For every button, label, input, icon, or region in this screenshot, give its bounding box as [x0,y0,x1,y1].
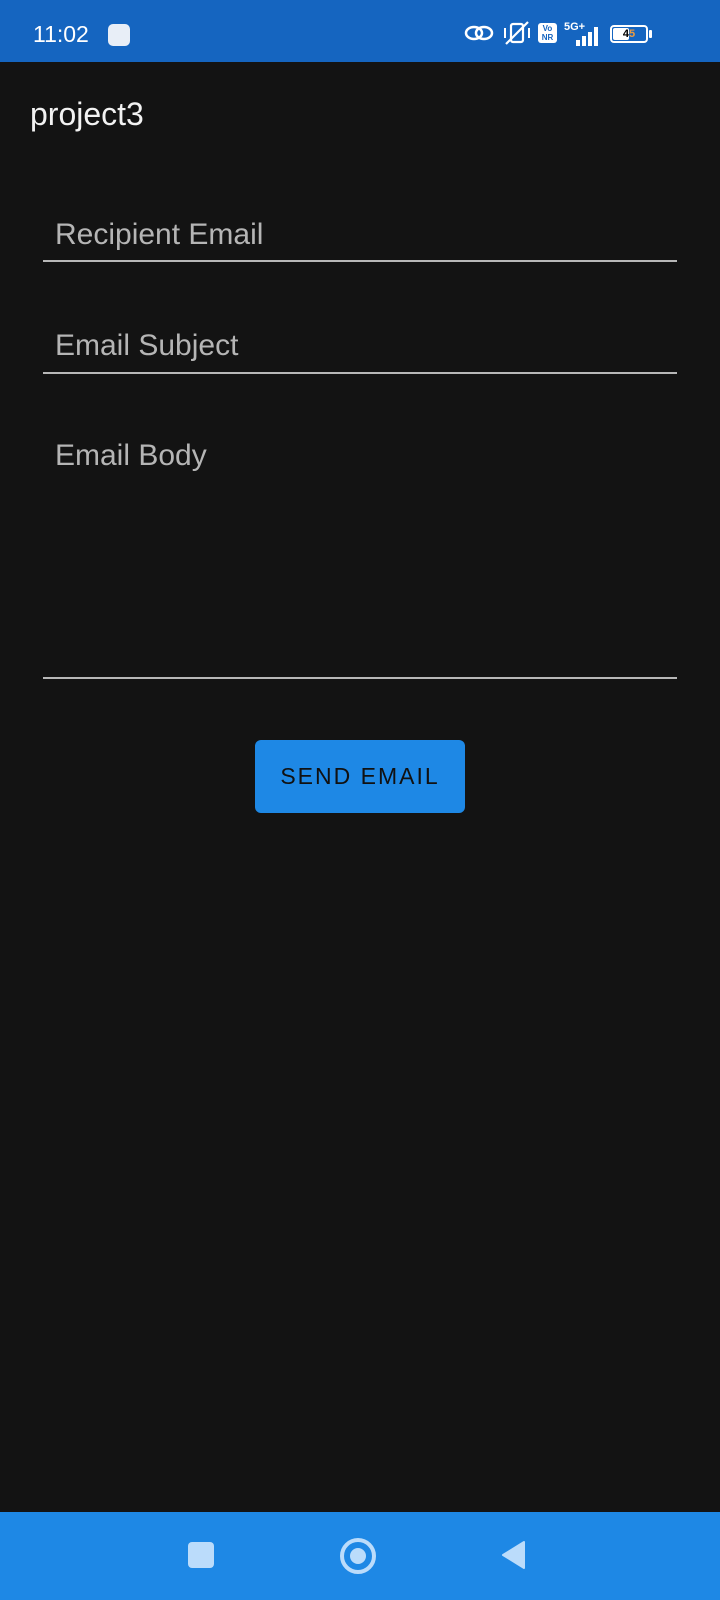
battery-tip [649,30,652,38]
home-icon[interactable] [340,1538,376,1574]
signal-icon [576,27,598,46]
app-title: project3 [30,96,144,132]
back-icon[interactable] [500,1540,526,1570]
vibrate-off-icon [504,21,530,45]
volte-icon: Vo NR [538,23,557,43]
email-body-placeholder: Email Body [55,439,207,472]
email-subject-placeholder: Email Subject [55,329,239,362]
navigation-bar [0,1512,720,1600]
link-icon [464,25,494,41]
app-notification-icon [108,24,130,46]
email-body-field[interactable]: Email Body [43,424,677,679]
battery-level: 45 [622,28,636,40]
recipient-email-placeholder: Recipient Email [55,218,264,251]
battery-icon: 45 [610,25,648,43]
send-email-button[interactable]: SEND EMAIL [255,740,465,813]
home-icon-dot [350,1548,366,1564]
status-icons: Vo NR 5G+ 45 [450,0,720,62]
volte-label: Vo NR [541,24,554,42]
status-bar: 11:02 Vo NR 5G+ 45 [0,0,720,62]
status-time: 11:02 [33,21,89,47]
recipient-email-field[interactable]: Recipient Email [43,200,677,262]
email-subject-field[interactable]: Email Subject [43,312,677,374]
recents-icon[interactable] [188,1542,214,1568]
